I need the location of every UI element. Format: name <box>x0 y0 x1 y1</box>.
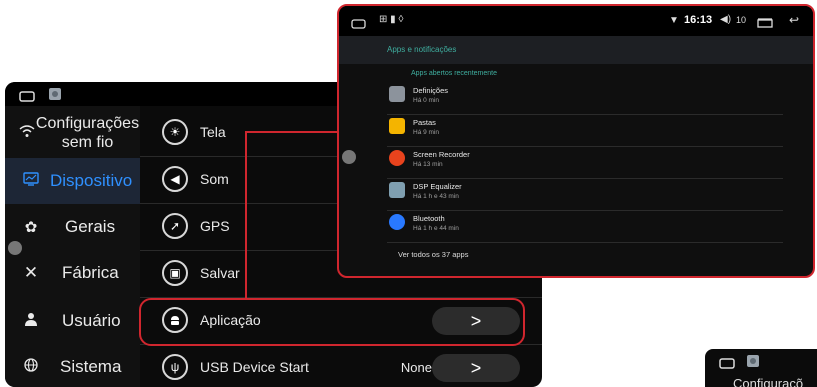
row-label: USB Device Start <box>200 359 309 375</box>
wifi-signal-icon: ▼ <box>669 15 679 26</box>
home-icon[interactable] <box>19 89 35 107</box>
sidebar-item-user[interactable]: Usuário <box>5 298 140 344</box>
sidebar-item-device[interactable]: Dispositivo <box>5 158 140 204</box>
monitor-icon <box>23 172 39 190</box>
satellite-icon: ➚ <box>162 213 188 239</box>
back-icon[interactable]: ↩ <box>789 13 799 27</box>
app-time: Há 9 min <box>413 129 440 136</box>
app-time: Há 0 min <box>413 97 440 104</box>
floating-dot[interactable] <box>342 150 356 164</box>
list-item[interactable]: Screen Recorder Há 13 min <box>387 146 783 179</box>
usb-device-start-button[interactable]: > <box>432 354 520 382</box>
sidebar-item-factory[interactable]: ✕ Fábrica <box>5 250 140 296</box>
settings-sidebar: Configurações sem fio Dispositivo ✿ Gera… <box>5 106 140 387</box>
user-icon <box>23 312 39 330</box>
apps-notifications-popup: ⊞ ▮ ◊ ▼ 16:13 ◀) 10 ↩ Apps e notificaçõe… <box>337 4 815 278</box>
save-icon: ▣ <box>162 260 188 286</box>
volume-icon[interactable]: ◀) <box>720 14 731 25</box>
floating-dot[interactable] <box>8 241 22 255</box>
row-label: Tela <box>200 124 226 140</box>
sidebar-item-system[interactable]: Sistema <box>5 344 140 387</box>
brightness-icon: ☀ <box>162 119 188 145</box>
settings-row-usb-device-start[interactable]: ψ USB Device Start None > <box>140 345 542 387</box>
app-time: Há 1 h e 43 min <box>413 193 459 200</box>
callout-connector-horizontal <box>245 131 338 133</box>
screenshot-icon <box>49 87 61 105</box>
list-item[interactable]: Bluetooth Há 1 h e 44 min <box>387 210 783 243</box>
mini-preview-label: Configuraçõ <box>733 376 804 387</box>
globe-icon <box>23 358 39 376</box>
list-item[interactable]: Pastas Há 9 min <box>387 114 783 147</box>
home-icon <box>719 356 735 374</box>
wifi-icon <box>19 124 35 142</box>
sidebar-item-general[interactable]: ✿ Gerais <box>5 204 140 250</box>
section-title: Apps abertos recentemente <box>411 70 497 77</box>
sidebar-item-label: Gerais <box>65 217 116 236</box>
sidebar-item-label: Sistema <box>60 357 122 376</box>
volume-level: 10 <box>736 15 747 25</box>
app-time: Há 13 min <box>413 161 443 168</box>
clock-time: 16:13 <box>684 14 713 26</box>
app-name: Screen Recorder <box>413 150 470 159</box>
row-label: GPS <box>200 218 230 234</box>
equalizer-app-icon <box>389 182 405 198</box>
row-value: None <box>400 360 432 375</box>
bluetooth-app-icon <box>389 214 405 230</box>
sidebar-item-label: Dispositivo <box>50 171 133 190</box>
app-name: Bluetooth <box>413 214 445 223</box>
app-time: Há 1 h e 44 min <box>413 225 459 232</box>
row-label: Salvar <box>200 265 240 281</box>
notification-icons: ⊞ ▮ ◊ <box>379 14 404 25</box>
list-item[interactable]: DSP Equalizer Há 1 h e 43 min <box>387 178 783 211</box>
popup-header: Apps e notificações <box>339 36 813 64</box>
callout-connector-vertical <box>245 131 247 299</box>
see-all-apps-link[interactable]: Ver todos os 37 apps <box>398 250 468 259</box>
sidebar-item-label: Fábrica <box>62 263 119 282</box>
mini-screen-preview: Configuraçõ <box>705 349 817 387</box>
recent-apps-icon[interactable] <box>757 15 773 33</box>
folder-app-icon <box>389 118 405 134</box>
row-label: Som <box>200 171 229 187</box>
recorder-app-icon <box>389 150 405 166</box>
sidebar-item-wireless[interactable]: Configurações sem fio <box>5 108 140 158</box>
list-item[interactable]: Definições Há 0 min <box>387 82 783 115</box>
app-name: Pastas <box>413 118 436 127</box>
sidebar-item-label: Configurações sem fio <box>35 115 140 151</box>
sidebar-item-label: Usuário <box>62 311 121 330</box>
speaker-icon: ◀ <box>162 166 188 192</box>
application-row-highlight <box>139 298 525 346</box>
usb-icon: ψ <box>162 354 188 380</box>
page-title: Apps e notificações <box>387 45 457 54</box>
app-name: DSP Equalizer <box>413 182 462 191</box>
chevron-right-icon: > <box>470 357 482 378</box>
app-name: Definições <box>413 86 449 95</box>
tools-icon: ✕ <box>23 263 39 282</box>
popup-status-bar: ⊞ ▮ ◊ ▼ 16:13 ◀) 10 ↩ <box>339 6 813 36</box>
screenshot-icon <box>747 354 759 372</box>
gear-icon: ✿ <box>24 219 38 236</box>
home-icon[interactable] <box>351 16 366 34</box>
settings-app-icon <box>389 86 405 102</box>
